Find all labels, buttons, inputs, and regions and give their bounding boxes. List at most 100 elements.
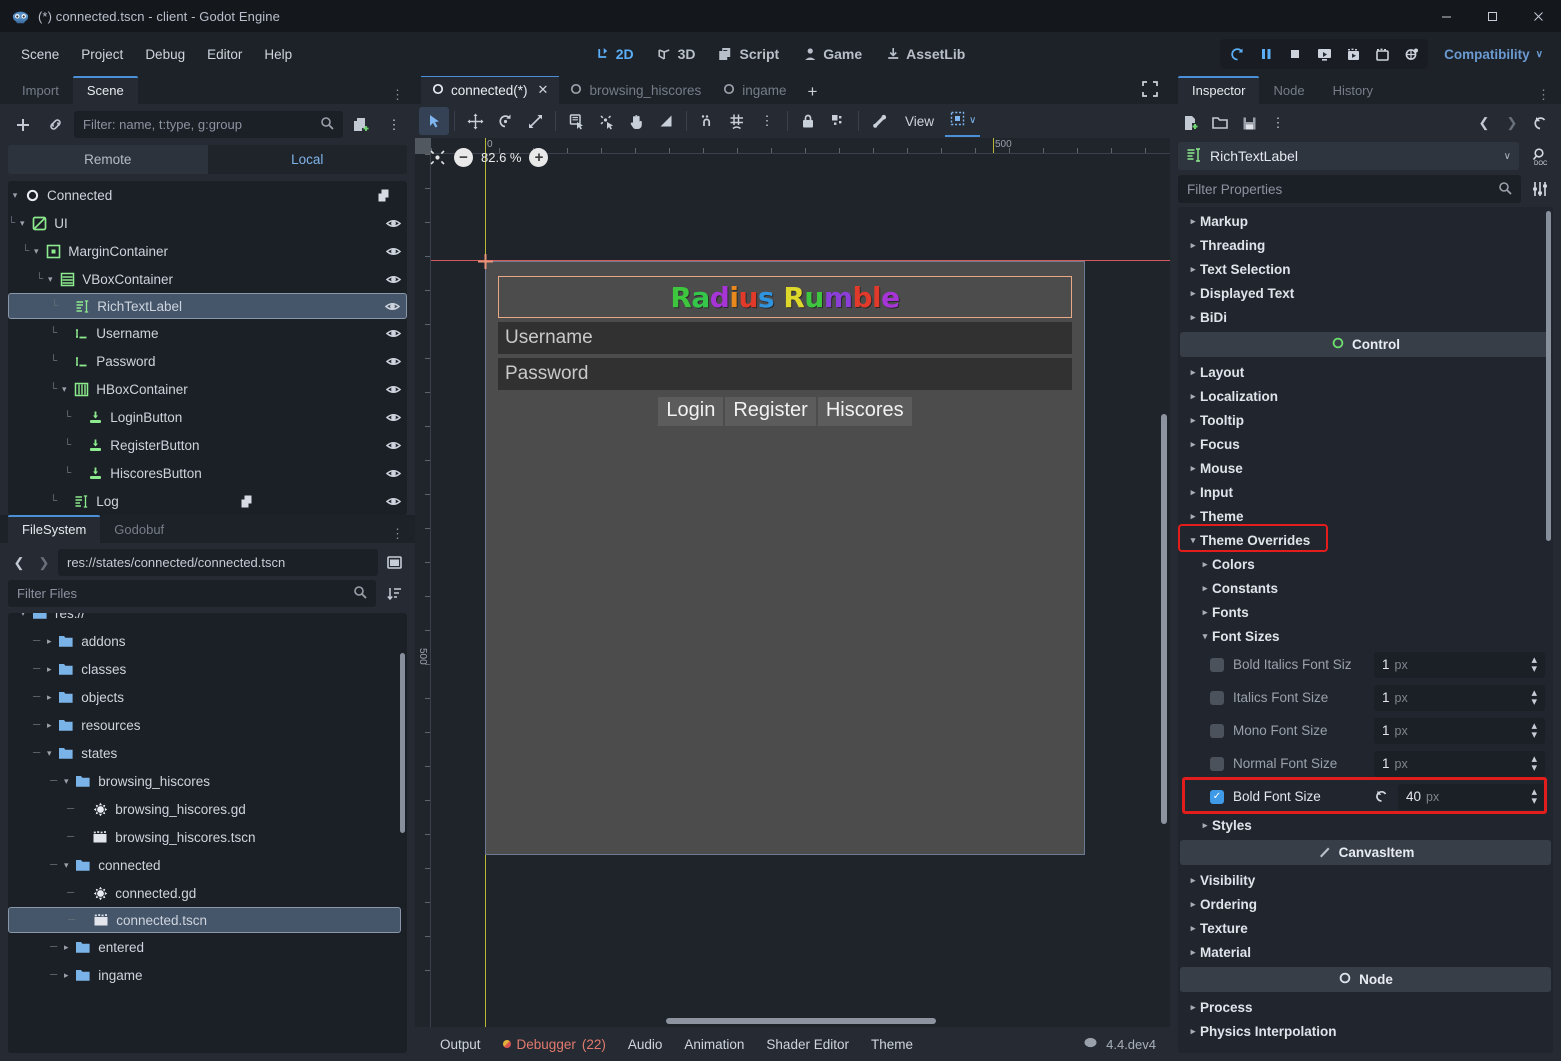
minimize-button[interactable] [1423, 0, 1469, 32]
scene-tree-item-hboxcontainer[interactable]: └ ▾ HBoxContainer [8, 375, 407, 403]
chevron-right-icon[interactable]: ▸ [42, 664, 56, 675]
close-icon[interactable]: ✕ [538, 82, 549, 98]
chevron-right-icon[interactable]: ▸ [1186, 1002, 1200, 1013]
chevron-right-icon[interactable]: ▸ [1186, 487, 1200, 498]
run-specific-scene-icon[interactable] [1368, 41, 1396, 67]
inspector-group-colors[interactable]: ▸ Colors [1178, 552, 1553, 576]
chevron-right-icon[interactable]: ▸ [1186, 463, 1200, 474]
filesystem-scrollbar[interactable] [400, 653, 405, 833]
bottom-panel-output[interactable]: Output [429, 1032, 492, 1057]
tab-filesystem[interactable]: FileSystem [8, 515, 101, 543]
menu-debug[interactable]: Debug [134, 42, 196, 67]
group-icon[interactable] [823, 107, 853, 135]
filesystem-item-states[interactable]: ─ ▾ states [8, 739, 407, 767]
inspector-group-material[interactable]: ▸ Material [1178, 940, 1553, 964]
chevron-down-icon[interactable]: ▾ [59, 776, 73, 787]
canvas-drawing-area[interactable]: Radius Rumble Username Password Login Re… [431, 154, 1170, 1027]
create-script-button[interactable] [349, 112, 375, 138]
maximize-button[interactable] [1469, 0, 1515, 32]
tab-scene[interactable]: Scene [72, 76, 138, 104]
tab-inspector[interactable]: Inspector [1178, 76, 1260, 104]
menu-scene[interactable]: Scene [10, 42, 70, 67]
load-resource-icon[interactable] [1207, 110, 1233, 136]
filesystem-tree[interactable]: ▾res://─▸addons─▸classes─▸objects─▸resou… [8, 613, 407, 1053]
transform-pivot-handle[interactable] [478, 254, 493, 269]
property-tools-icon[interactable] [1527, 176, 1553, 202]
scene-tree[interactable]: ▾ Connected └ ▾ UI └ ▾ MarginContainer └ ▾ VBoxCon… [8, 181, 407, 515]
spinner-icon[interactable]: ▴ ▾ [1531, 720, 1537, 740]
list-select-icon[interactable] [561, 107, 591, 135]
chevron-right-icon[interactable]: ▸ [1186, 899, 1200, 910]
run-current-scene-icon[interactable] [1310, 41, 1338, 67]
distraction-free-icon[interactable] [1130, 77, 1170, 104]
password-field-preview[interactable]: Password [498, 358, 1072, 390]
open-documentation-icon[interactable]: DOC [1527, 143, 1553, 169]
ruler-mode-icon[interactable] [651, 107, 681, 135]
hiscores-button-preview[interactable]: Hiscores [817, 397, 912, 426]
inspector-dock-menu-icon[interactable]: ⋮ [1527, 88, 1561, 104]
chevron-down-icon[interactable]: ▾ [42, 748, 56, 759]
font-size-row-bold-italics-font-siz[interactable]: Bold Italics Font Siz 1 px ▴ ▾ [1178, 648, 1553, 681]
spinner-icon[interactable]: ▴ ▾ [1531, 753, 1537, 773]
chevron-right-icon[interactable]: ▸ [42, 636, 56, 647]
chevron-right-icon[interactable]: ▸ [1186, 240, 1200, 251]
register-button-preview[interactable]: Register [725, 397, 816, 426]
scene-tab-browsing-hiscores[interactable]: browsing_hiscores [559, 78, 712, 104]
font-size-row-mono-font-size[interactable]: Mono Font Size 1 px ▴ ▾ [1178, 714, 1553, 747]
view-menu-button[interactable]: View [894, 109, 945, 134]
chevron-right-icon[interactable]: ▸ [1186, 288, 1200, 299]
grid-snap-icon[interactable] [722, 107, 752, 135]
inspector-group-focus[interactable]: ▸ Focus [1178, 432, 1553, 456]
filesystem-item-res---[interactable]: ▾ res:// [8, 613, 407, 627]
inspector-group-fonts[interactable]: ▸ Fonts [1178, 600, 1553, 624]
inspector-group-process[interactable]: ▸ Process [1178, 995, 1553, 1019]
stop-scene-icon[interactable] [1281, 41, 1309, 67]
inspector-scrollbar[interactable] [1546, 211, 1551, 541]
chevron-right-icon[interactable]: ▸ [1186, 439, 1200, 450]
visibility-toggle-icon[interactable] [385, 326, 402, 341]
visibility-toggle-icon[interactable] [385, 494, 402, 509]
pan-mode-icon[interactable] [621, 107, 651, 135]
property-list[interactable]: ▸ Markup ▸ Threading ▸ Text Selection ▸ Dis… [1178, 207, 1553, 1053]
chevron-left-icon[interactable]: ❮ [8, 550, 30, 576]
snap-options-dots-icon[interactable]: ⋮ [752, 107, 782, 135]
visibility-toggle-icon[interactable] [385, 216, 402, 231]
history-prev-icon[interactable]: ❮ [1471, 110, 1497, 136]
tab-godobuf[interactable]: Godobuf [100, 517, 178, 543]
filesystem-item-entered[interactable]: ─ ▸ entered [8, 933, 407, 961]
font-size-row-bold-font-size[interactable]: ✓ Bold Font Size 40 px ▴ ▾ [1178, 780, 1553, 813]
mode-3d-button[interactable]: 3D [648, 40, 706, 68]
new-resource-icon[interactable] [1178, 110, 1204, 136]
filesystem-item-classes[interactable]: ─ ▸ classes [8, 655, 407, 683]
move-mode-icon[interactable] [460, 107, 490, 135]
font-size-row-normal-font-size[interactable]: Normal Font Size 1 px ▴ ▾ [1178, 747, 1553, 780]
mode-assetlib-button[interactable]: AssetLib [876, 40, 975, 68]
close-button[interactable] [1515, 0, 1561, 32]
movie-writer-icon[interactable] [1339, 41, 1367, 67]
smart-snap-icon[interactable] [692, 107, 722, 135]
chevron-down-icon[interactable]: ∨ [1504, 151, 1511, 162]
chevron-down-icon[interactable]: ▾ [1198, 631, 1212, 642]
chevron-right-icon[interactable]: ▸ [1186, 312, 1200, 323]
add-node-button[interactable] [10, 112, 36, 138]
chevron-right-icon[interactable]: ▸ [1186, 415, 1200, 426]
bottom-panel-audio[interactable]: Audio [617, 1032, 674, 1057]
font-size-row-italics-font-size[interactable]: Italics Font Size 1 px ▴ ▾ [1178, 681, 1553, 714]
visibility-toggle-icon[interactable] [385, 272, 402, 287]
toggle-split-mode-icon[interactable] [381, 550, 407, 576]
canvas-viewport[interactable]: 0 500 500 Radius Rumble Username Password… [415, 138, 1170, 1027]
inspector-group-ordering[interactable]: ▸ Ordering [1178, 892, 1553, 916]
sort-icon[interactable] [381, 581, 407, 607]
bottom-panel-theme[interactable]: Theme [860, 1032, 924, 1057]
richtextlabel-selection-box[interactable]: Radius Rumble [498, 276, 1072, 318]
zoom-out-button[interactable]: − [454, 148, 473, 167]
open-script-icon[interactable] [378, 188, 393, 203]
tab-node[interactable]: Node [1259, 78, 1318, 104]
chevron-right-icon[interactable]: ▸ [1186, 875, 1200, 886]
filesystem-item-ingame[interactable]: ─ ▸ ingame [8, 961, 407, 989]
inspector-group-threading[interactable]: ▸ Threading [1178, 233, 1553, 257]
scene-tree-item-connected[interactable]: ▾ Connected [8, 181, 407, 209]
inspector-group-constants[interactable]: ▸ Constants [1178, 576, 1553, 600]
filesystem-item-connected[interactable]: ─ ▾ connected [8, 851, 407, 879]
chevron-down-icon[interactable]: ▾ [57, 384, 71, 395]
